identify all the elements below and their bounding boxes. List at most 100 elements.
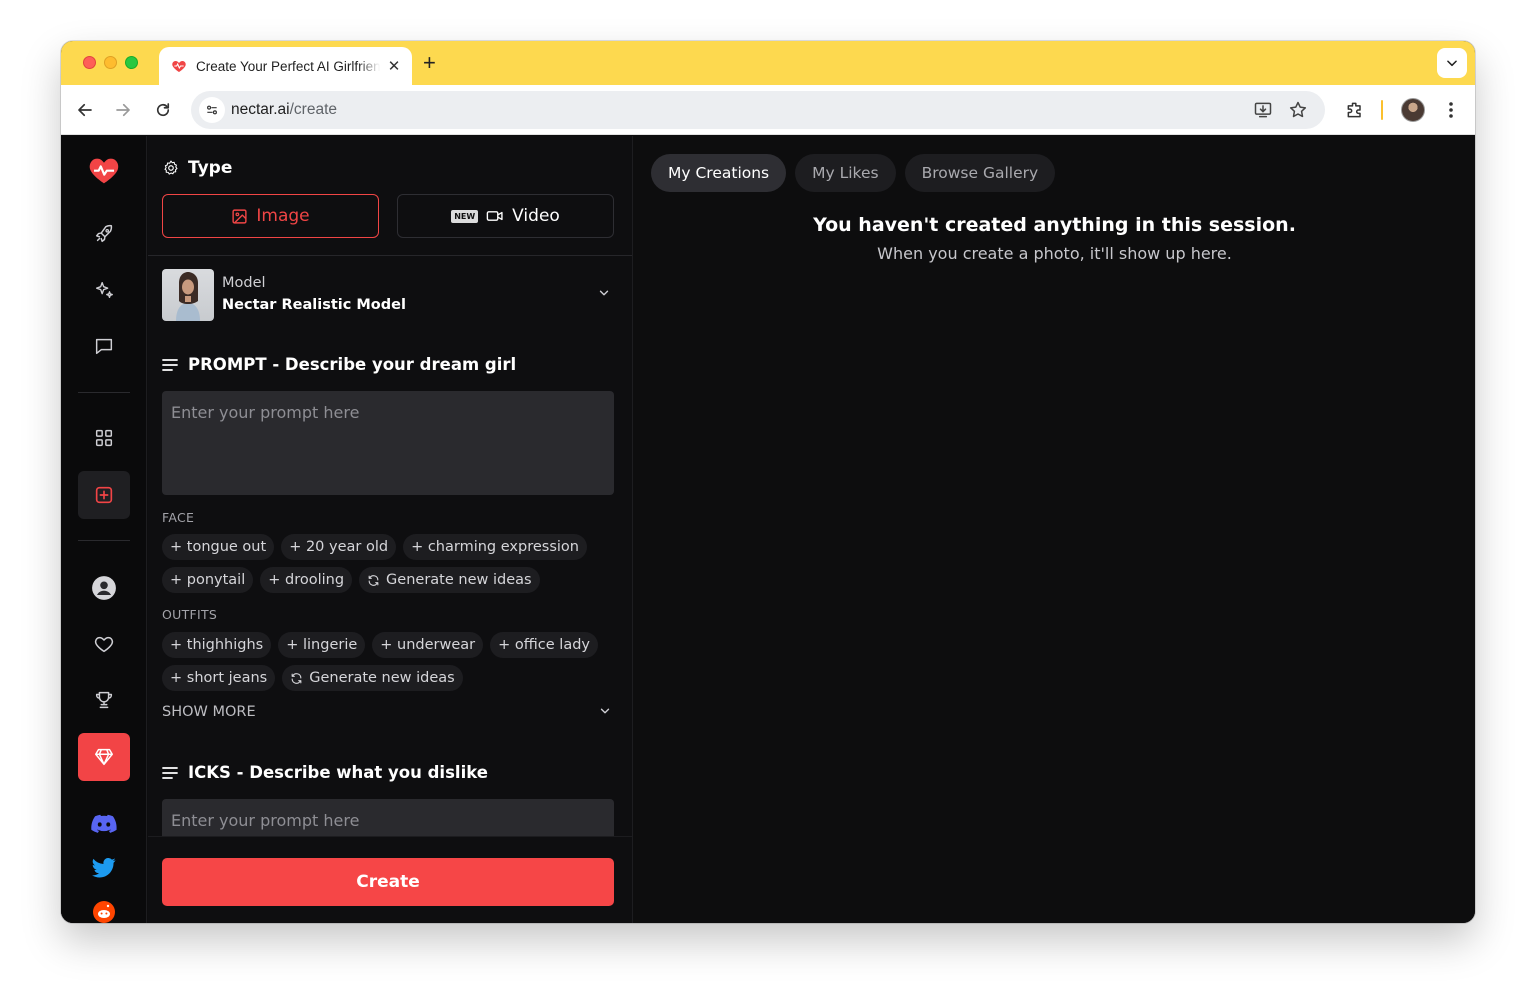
outfits-category-label: OUTFITS bbox=[162, 607, 218, 622]
face-chip[interactable]: + 20 year old bbox=[281, 534, 397, 560]
outfit-chip[interactable]: + thighhighs bbox=[162, 632, 272, 658]
image-type-label: Image bbox=[256, 206, 310, 226]
back-arrow-icon[interactable] bbox=[73, 98, 97, 122]
prompt-input[interactable]: Enter your prompt here bbox=[162, 391, 614, 495]
extensions-icon[interactable] bbox=[1343, 98, 1367, 122]
premium-diamond-icon[interactable] bbox=[78, 733, 130, 781]
outfit-chip[interactable]: + underwear bbox=[372, 632, 484, 658]
tab-close-icon[interactable]: ✕ bbox=[386, 57, 402, 75]
show-more-label: SHOW MORE bbox=[162, 704, 256, 720]
twitter-icon[interactable] bbox=[78, 844, 130, 892]
generate-new-ideas-button[interactable]: Generate new ideas bbox=[282, 665, 463, 691]
heart-favicon-icon bbox=[171, 58, 187, 74]
minimize-window-button[interactable] bbox=[104, 56, 117, 69]
app-area: Type Image NEW Video Model Nectar Realis… bbox=[61, 136, 1475, 923]
url-text: nectar.ai/create bbox=[231, 101, 337, 119]
generate-label: Generate new ideas bbox=[386, 572, 532, 588]
create-plus-icon[interactable] bbox=[78, 471, 130, 519]
browser-toolbar: nectar.ai/create bbox=[61, 85, 1475, 135]
model-thumbnail bbox=[162, 269, 214, 321]
tab-strip: Create Your Perfect AI Girlfriend ✕ + bbox=[61, 41, 1475, 85]
tab-title: Create Your Perfect AI Girlfriend bbox=[196, 58, 380, 74]
prompt-heading-label: PROMPT - Describe your dream girl bbox=[188, 355, 517, 374]
lines-icon bbox=[162, 766, 178, 779]
gallery-tabs: My Creations My Likes Browse Gallery bbox=[651, 154, 1056, 192]
nectar-logo-icon[interactable] bbox=[78, 146, 130, 194]
sidebar-rail bbox=[61, 136, 147, 923]
toolbar-separator bbox=[1381, 100, 1383, 120]
discord-icon[interactable] bbox=[78, 800, 130, 848]
more-menu-icon[interactable] bbox=[1439, 98, 1463, 122]
face-chip[interactable]: + tongue out bbox=[162, 534, 275, 560]
face-chip[interactable]: + drooling bbox=[260, 567, 353, 593]
icks-heading: ICKS - Describe what you dislike bbox=[162, 763, 488, 782]
type-heading: Type bbox=[162, 158, 232, 178]
address-bar[interactable]: nectar.ai/create bbox=[191, 91, 1325, 129]
chevron-down-icon bbox=[597, 285, 611, 304]
chat-icon[interactable] bbox=[78, 322, 130, 370]
create-footer: Create bbox=[148, 836, 632, 923]
prompt-placeholder: Enter your prompt here bbox=[171, 403, 360, 422]
create-panel: Type Image NEW Video Model Nectar Realis… bbox=[148, 136, 633, 923]
chevron-down-icon bbox=[1447, 60, 1457, 67]
video-type-label: Video bbox=[512, 206, 560, 226]
reload-icon[interactable] bbox=[151, 98, 175, 122]
gallery-grid-icon[interactable] bbox=[78, 414, 130, 462]
face-chips: + tongue out + 20 year old + charming ex… bbox=[162, 534, 617, 593]
generate-new-ideas-button[interactable]: Generate new ideas bbox=[359, 567, 540, 593]
heart-icon[interactable] bbox=[78, 620, 130, 668]
model-value: Nectar Realistic Model bbox=[222, 297, 406, 313]
outfit-chips: + thighhighs + lingerie + underwear + of… bbox=[162, 632, 617, 691]
chevron-down-icon bbox=[598, 704, 612, 722]
new-badge: NEW bbox=[451, 209, 479, 223]
icks-placeholder: Enter your prompt here bbox=[171, 811, 360, 830]
url-domain: nectar.ai bbox=[231, 101, 290, 118]
lines-icon bbox=[162, 358, 178, 371]
face-chip[interactable]: + ponytail bbox=[162, 567, 254, 593]
new-tab-button[interactable]: + bbox=[423, 50, 436, 76]
sparkles-icon[interactable] bbox=[78, 266, 130, 314]
bookmark-star-icon[interactable] bbox=[1288, 100, 1308, 120]
tab-browse-gallery[interactable]: Browse Gallery bbox=[904, 154, 1056, 192]
gear-icon bbox=[164, 160, 178, 175]
image-icon bbox=[232, 208, 247, 224]
prompt-heading: PROMPT - Describe your dream girl bbox=[162, 355, 516, 374]
maximize-window-button[interactable] bbox=[125, 56, 138, 69]
video-type-button[interactable]: NEW Video bbox=[397, 194, 614, 238]
generate-label: Generate new ideas bbox=[309, 670, 455, 686]
account-avatar-icon[interactable] bbox=[78, 564, 130, 612]
tab-my-likes[interactable]: My Likes bbox=[795, 154, 896, 192]
tab-search-button[interactable] bbox=[1437, 48, 1467, 78]
outfit-chip[interactable]: + office lady bbox=[490, 632, 598, 658]
site-info-icon[interactable] bbox=[199, 97, 225, 123]
url-path: /create bbox=[289, 101, 337, 118]
rail-divider bbox=[78, 540, 130, 541]
browser-tab[interactable]: Create Your Perfect AI Girlfriend ✕ bbox=[159, 47, 412, 85]
outfit-chip[interactable]: + lingerie bbox=[278, 632, 366, 658]
rail-divider bbox=[78, 392, 130, 393]
browser-window: Create Your Perfect AI Girlfriend ✕ + ne… bbox=[61, 41, 1475, 923]
close-window-button[interactable] bbox=[83, 56, 96, 69]
model-label: Model bbox=[222, 275, 266, 291]
trophy-icon[interactable] bbox=[78, 676, 130, 724]
rocket-icon[interactable] bbox=[78, 210, 130, 258]
show-more-toggle[interactable]: SHOW MORE bbox=[162, 704, 614, 720]
refresh-icon bbox=[368, 574, 379, 586]
face-chip[interactable]: + charming expression bbox=[403, 534, 587, 560]
install-app-icon[interactable] bbox=[1253, 100, 1273, 120]
face-category-label: FACE bbox=[162, 510, 195, 525]
profile-avatar[interactable] bbox=[1401, 98, 1425, 122]
icks-heading-label: ICKS - Describe what you dislike bbox=[188, 763, 488, 782]
type-heading-label: Type bbox=[188, 158, 233, 178]
tab-my-creations[interactable]: My Creations bbox=[651, 154, 787, 192]
create-button[interactable]: Create bbox=[162, 858, 614, 906]
image-type-button[interactable]: Image bbox=[162, 194, 379, 238]
outfit-chip[interactable]: + short jeans bbox=[162, 665, 276, 691]
forward-arrow-icon[interactable] bbox=[111, 98, 135, 122]
refresh-icon bbox=[291, 672, 302, 684]
reddit-icon[interactable] bbox=[78, 888, 130, 923]
gallery-main: My Creations My Likes Browse Gallery You… bbox=[634, 136, 1475, 923]
section-divider bbox=[148, 255, 632, 256]
empty-state-title: You haven't created anything in this ses… bbox=[813, 214, 1296, 236]
model-selector[interactable]: Model Nectar Realistic Model bbox=[162, 269, 613, 321]
